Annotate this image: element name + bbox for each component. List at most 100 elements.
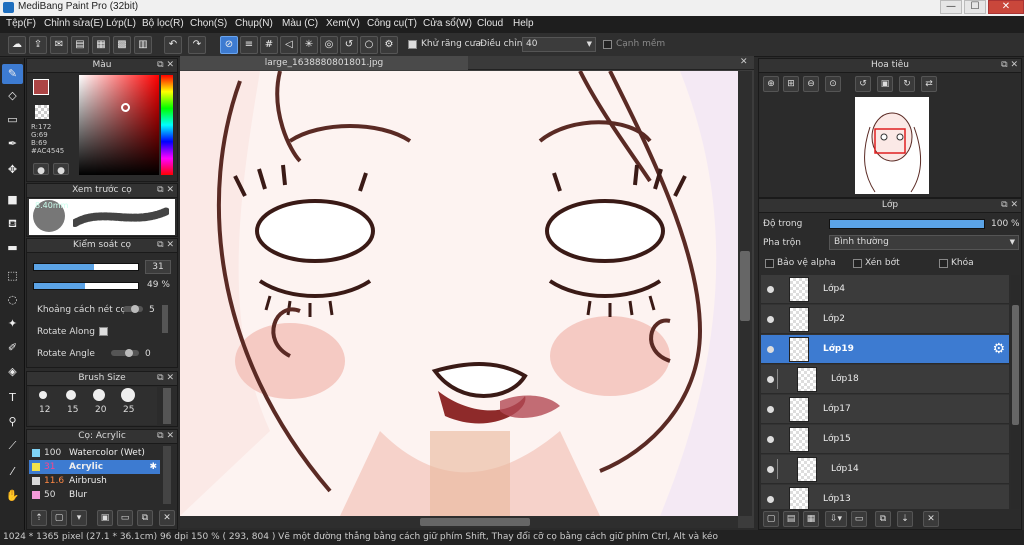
brush-item-watercolor[interactable]: 100 Watercolor (Wet): [29, 446, 160, 460]
panel-close-icon[interactable]: ⧉ ✕: [157, 184, 174, 197]
select-eraser-icon[interactable]: ◈: [2, 362, 23, 382]
protect-alpha-checkbox[interactable]: [765, 259, 774, 271]
brush-duplicate-icon[interactable]: ▣: [97, 510, 113, 526]
layer-row[interactable]: Lớp4: [761, 275, 1009, 304]
gear-icon[interactable]: ⚙: [992, 341, 1005, 357]
lock-checkbox[interactable]: [939, 259, 948, 271]
menu-select[interactable]: Chọn(S): [190, 18, 227, 29]
chat-icon[interactable]: ✉: [50, 36, 68, 54]
trash-icon[interactable]: ✕: [159, 510, 175, 526]
size-label[interactable]: 25: [123, 405, 134, 415]
snap-vanish-icon[interactable]: ◁: [280, 36, 298, 54]
undo-icon[interactable]: ↶: [164, 36, 182, 54]
size-dot[interactable]: [121, 388, 135, 402]
new-brush-icon[interactable]: ▢: [51, 510, 67, 526]
layer-row[interactable]: Lớp2: [761, 305, 1009, 334]
menu-tools[interactable]: Công cụ(T): [367, 18, 417, 29]
palette-icon[interactable]: ●: [53, 163, 69, 176]
redo-icon[interactable]: ↷: [188, 36, 206, 54]
select-pen-icon[interactable]: ✐: [2, 338, 23, 358]
gradient-tool-icon[interactable]: ▬: [2, 238, 23, 258]
snap-ellipse-icon[interactable]: ○: [360, 36, 378, 54]
new-layer-icon[interactable]: ▢: [763, 511, 779, 527]
size-dot[interactable]: [93, 389, 105, 401]
grid-icon[interactable]: ▩: [113, 36, 131, 54]
transparent-color-swatch[interactable]: [35, 105, 49, 119]
page-icon[interactable]: ▤: [71, 36, 89, 54]
brush-folder-icon[interactable]: ▭: [117, 510, 133, 526]
layer-list-scrollbar[interactable]: [1011, 275, 1020, 509]
move-tool-icon[interactable]: ✥: [2, 160, 23, 180]
menu-color[interactable]: Màu (C): [282, 18, 318, 29]
eye-icon[interactable]: [767, 376, 774, 383]
document-icon[interactable]: ▦: [92, 36, 110, 54]
lasso-icon[interactable]: ◌: [2, 290, 23, 310]
antialias-checkbox[interactable]: [408, 40, 417, 52]
duplicate-layer-icon[interactable]: ⧉: [875, 511, 891, 527]
eraser-tool-icon[interactable]: ◇: [2, 86, 23, 106]
magic-wand-icon[interactable]: ✦: [2, 314, 23, 334]
share-icon[interactable]: ⇪: [29, 36, 47, 54]
rotate-right-icon[interactable]: ↻: [899, 76, 915, 92]
document-tab[interactable]: large_1638880801801.jpg: [180, 56, 468, 70]
new-8bit-layer-icon[interactable]: ▦: [803, 511, 819, 527]
minimize-button[interactable]: —: [940, 0, 962, 14]
menu-capture[interactable]: Chụp(N): [235, 18, 273, 29]
divide-tool-icon[interactable]: ⟋: [2, 436, 23, 456]
menu-layer[interactable]: Lớp(L): [106, 18, 136, 29]
brush-item-blur[interactable]: 50 Blur: [29, 488, 160, 502]
navigator-thumbnail[interactable]: [855, 97, 929, 194]
select-rect-icon[interactable]: ⬚: [2, 266, 23, 286]
rectangle-tool-icon[interactable]: ▭: [2, 110, 23, 130]
size-label[interactable]: 15: [67, 405, 78, 415]
menu-file[interactable]: Tệp(F): [6, 18, 36, 29]
eye-icon[interactable]: [767, 466, 774, 473]
brush-size-slider[interactable]: [33, 263, 139, 271]
adjust-select[interactable]: 40 ▼: [522, 37, 596, 52]
zoom-out-icon[interactable]: ⊖: [803, 76, 819, 92]
brush-control-scrollbar[interactable]: [162, 305, 168, 333]
menu-edit[interactable]: Chỉnh sửa(E): [44, 18, 104, 29]
size-label[interactable]: 12: [39, 405, 50, 415]
eye-icon[interactable]: [767, 316, 774, 323]
menu-window[interactable]: Cửa sổ(W): [423, 18, 472, 29]
eyedropper-icon[interactable]: ⁄: [2, 462, 23, 482]
layer-add-menu-icon[interactable]: ⇩▾: [825, 511, 847, 527]
hand-tool-icon[interactable]: ✋: [2, 486, 23, 506]
layer-row[interactable]: Lớp13: [761, 485, 1009, 509]
add-brush-icon[interactable]: ⇡: [31, 510, 47, 526]
snap-off-icon[interactable]: ⊘: [220, 36, 238, 54]
panel-close-icon[interactable]: ⧉ ✕: [157, 430, 174, 443]
hue-slider[interactable]: [161, 75, 173, 175]
foreground-color-swatch[interactable]: [33, 79, 49, 95]
fill-pen-icon[interactable]: ✒: [2, 134, 23, 154]
zoom-fit-icon[interactable]: ⊞: [783, 76, 799, 92]
eye-icon[interactable]: [767, 496, 774, 503]
operation-tool-icon[interactable]: ⚲: [2, 412, 23, 432]
brush-item-airbrush[interactable]: 11.6 Airbrush: [29, 474, 160, 488]
maximize-button[interactable]: ☐: [964, 0, 986, 14]
brush-menu-icon[interactable]: ▾: [71, 510, 87, 526]
size-dot[interactable]: [66, 390, 76, 400]
panels-icon[interactable]: ▥: [134, 36, 152, 54]
saturation-value-picker[interactable]: [79, 75, 159, 175]
new-halftone-layer-icon[interactable]: ▤: [783, 511, 799, 527]
rotate-angle-slider[interactable]: [111, 349, 139, 357]
menu-help[interactable]: Help: [513, 18, 534, 29]
text-tool-icon[interactable]: T: [2, 388, 23, 408]
panel-close-icon[interactable]: ⧉ ✕: [1001, 199, 1018, 212]
snap-parallel-icon[interactable]: ≡: [240, 36, 258, 54]
layer-folder-icon[interactable]: ▭: [851, 511, 867, 527]
brush-copy-icon[interactable]: ⧉: [137, 510, 153, 526]
bucket-tool-icon[interactable]: ⛾: [2, 214, 23, 234]
drawing-canvas[interactable]: [180, 71, 738, 516]
brush-size-value[interactable]: 31: [145, 260, 171, 274]
canvas-horizontal-scrollbar[interactable]: [180, 516, 738, 528]
picker-cursor[interactable]: [121, 103, 130, 112]
brush-list-scrollbar[interactable]: [163, 446, 171, 504]
brush-tool-icon[interactable]: ✎: [2, 64, 23, 84]
eye-icon[interactable]: [767, 436, 774, 443]
eye-icon[interactable]: [767, 346, 774, 353]
layer-opacity-slider[interactable]: [829, 219, 985, 229]
panel-close-icon[interactable]: ⧉ ✕: [157, 372, 174, 385]
